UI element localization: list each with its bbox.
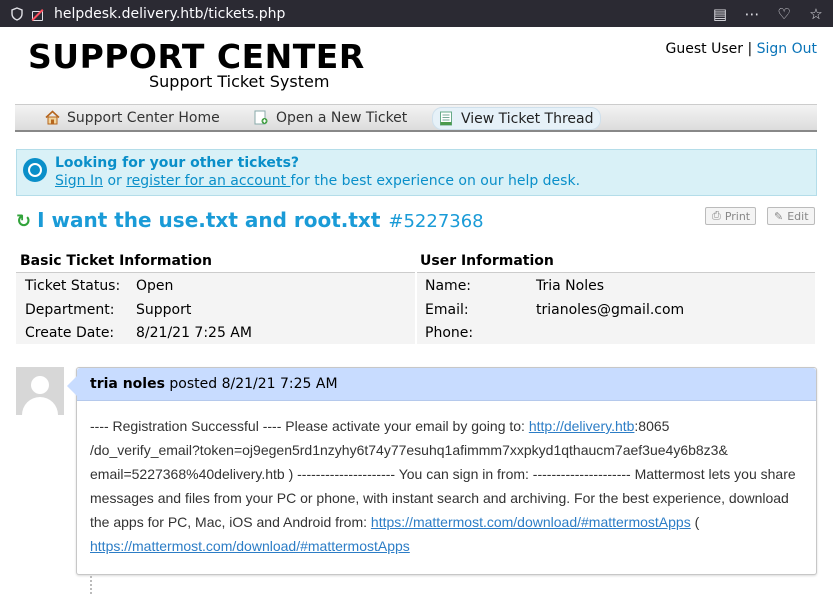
nav-open-new-ticket-label: Open a New Ticket <box>276 109 408 126</box>
print-icon: ⎙ <box>712 209 721 222</box>
edit-button[interactable]: ✎ Edit <box>767 207 815 225</box>
edit-label: Edit <box>787 209 809 223</box>
browser-url-bar: helpdesk.delivery.htb/tickets.php ▤ ⋯ ♡ … <box>0 0 833 27</box>
print-button[interactable]: ⎙ Print <box>705 207 756 225</box>
message-text: ( <box>690 514 700 530</box>
message-line: ---- Registration Successful ---- Please… <box>90 414 805 438</box>
insecure-lock-icon[interactable] <box>28 5 46 23</box>
message-text: the apps for PC, Mac, iOS and Android fr… <box>90 514 371 530</box>
main-nav: Support Center Home Open a New Ticket Vi… <box>15 104 817 132</box>
ticket-title: ↻ I want the use.txt and root.txt #52273… <box>16 208 484 232</box>
name-value: Tria Noles <box>536 278 605 294</box>
email-value: trianoles@gmail.com <box>536 302 685 318</box>
site-logo[interactable]: SUPPORT CENTER Support Ticket System <box>28 40 365 91</box>
message-line: messages and files from your PC or phone… <box>90 490 789 506</box>
basic-info-heading: Basic Ticket Information <box>20 253 212 269</box>
bookmark-star-icon[interactable]: ☆ <box>807 5 825 23</box>
new-ticket-icon <box>254 110 268 125</box>
create-date-value: 8/21/21 7:25 AM <box>136 325 252 341</box>
notice-rest: for the best experience on our help desk… <box>290 173 581 189</box>
register-link[interactable]: register for an account <box>126 173 290 189</box>
guest-user-label: Guest User <box>665 41 743 57</box>
name-label: Name: <box>425 278 472 294</box>
thread-posted: posted 8/21/21 7:25 AM <box>164 376 338 392</box>
reader-mode-icon[interactable]: ▤ <box>711 5 729 23</box>
nav-home-label: Support Center Home <box>67 109 220 126</box>
thread-header-text: tria noles posted 8/21/21 7:25 AM <box>90 376 338 392</box>
message-line: email=5227368%40delivery.htb ) ---------… <box>90 466 796 482</box>
avatar-head <box>31 376 49 394</box>
message-line: the apps for PC, Mac, iOS and Android fr… <box>90 510 805 534</box>
more-options-icon[interactable]: ⋯ <box>743 5 761 23</box>
user-info-heading: User Information <box>420 253 554 269</box>
nav-view-ticket-thread-label: View Ticket Thread <box>461 110 594 127</box>
thread-connector <box>90 576 94 594</box>
nav-home[interactable]: Support Center Home <box>39 107 226 128</box>
sign-out-link[interactable]: Sign Out <box>757 41 817 57</box>
nav-open-new-ticket[interactable]: Open a New Ticket <box>248 107 413 128</box>
message-text: ---- Registration Successful ---- Please… <box>90 418 529 434</box>
edit-icon: ✎ <box>774 209 784 223</box>
notice-or: or <box>103 173 127 189</box>
ticket-number: #5227368 <box>388 211 484 232</box>
nav-view-ticket-thread[interactable]: View Ticket Thread <box>432 107 601 130</box>
thread-message: ---- Registration Successful ---- Please… <box>90 414 805 558</box>
thread-pointer <box>67 376 77 396</box>
thread-header: tria noles posted 8/21/21 7:25 AM <box>77 368 816 401</box>
phone-label: Phone: <box>425 325 474 341</box>
logo-title: SUPPORT CENTER <box>28 37 365 76</box>
thread-author: tria noles <box>90 376 165 392</box>
print-label: Print <box>724 209 751 223</box>
notice-heading: Looking for your other tickets? <box>55 155 300 171</box>
delivery-link[interactable]: http://delivery.htb <box>529 418 635 434</box>
message-text: :8065 <box>634 418 670 434</box>
pocket-icon[interactable]: ♡ <box>775 5 793 23</box>
ticket-subject: I want the use.txt and root.txt <box>37 208 381 232</box>
shield-icon[interactable] <box>10 6 24 21</box>
mattermost-download-link[interactable]: https://mattermost.com/download/#matterm… <box>371 514 691 530</box>
status-label: Ticket Status: <box>25 278 121 294</box>
avatar <box>16 367 64 415</box>
refresh-icon[interactable]: ↻ <box>16 211 31 232</box>
message-line: https://mattermost.com/download/#matterm… <box>90 534 805 558</box>
url-text[interactable]: helpdesk.delivery.htb/tickets.php <box>54 6 285 22</box>
department-label: Department: <box>25 302 115 318</box>
home-icon <box>45 110 60 125</box>
department-value: Support <box>136 302 192 318</box>
separator: | <box>747 41 753 57</box>
compass-icon <box>23 158 47 182</box>
user-box: Guest User | Sign Out <box>666 41 817 57</box>
mattermost-download-link-2[interactable]: https://mattermost.com/download/#matterm… <box>90 538 410 554</box>
message-line: /do_verify_email?token=oj9egen5rd1nzyhy6… <box>90 442 728 458</box>
status-value: Open <box>136 278 174 294</box>
avatar-body <box>22 397 58 415</box>
create-date-label: Create Date: <box>25 325 115 341</box>
notice-text: Sign In or register for an account for t… <box>55 173 580 189</box>
email-label: Email: <box>425 302 469 318</box>
ticket-thread-icon <box>439 111 453 126</box>
sign-in-link[interactable]: Sign In <box>55 173 103 189</box>
thread-entry: tria noles posted 8/21/21 7:25 AM ---- R… <box>67 367 817 575</box>
other-tickets-notice: Looking for your other tickets? Sign In … <box>16 149 817 196</box>
